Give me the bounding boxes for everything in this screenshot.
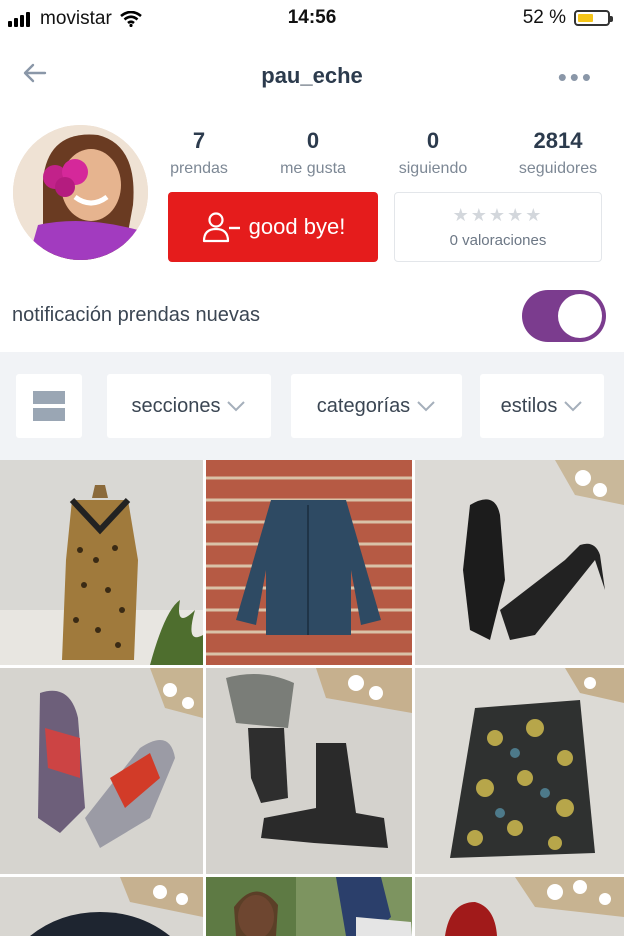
ratings-box[interactable]: ★★★★★ 0 valoraciones [394,192,602,262]
product-image [415,668,624,874]
styles-label: estilos [500,394,558,417]
product-image [206,460,412,665]
battery-icon [574,10,613,26]
battery-percent: 52 % [522,7,566,28]
battery-fill [578,14,593,22]
sections-dropdown[interactable]: secciones [107,374,271,438]
product-tile-black-heels[interactable] [415,460,624,665]
product-tile-woman-photo[interactable] [206,877,412,936]
stat-prendas[interactable]: 7 prendas [144,128,254,178]
stat-seguidores[interactable]: 2814 seguidores [503,128,613,178]
stat-me-gusta[interactable]: 0 me gusta [258,128,368,178]
filter-bar: secciones categorías estilos [0,352,624,460]
styles-dropdown[interactable]: estilos [480,374,604,438]
product-image [415,460,624,665]
layout-toggle-button[interactable] [16,374,82,438]
product-image [0,460,203,665]
product-tile-ankle-boots[interactable] [206,668,412,874]
star-rating-icon: ★★★★★ [452,205,544,225]
nav-bar: pau_eche ••• [0,38,624,110]
product-tile-floral-skirt[interactable] [415,668,624,874]
stat-label: prendas [170,160,228,177]
sections-label: secciones [131,394,221,417]
stat-label: me gusta [280,160,346,177]
product-tile-leopard-dress[interactable] [0,460,203,665]
product-image [0,877,203,936]
notification-label: notificación prendas nuevas [12,304,260,326]
unfollow-button-label: good bye! [248,214,346,239]
unfollow-button[interactable]: good bye! [168,192,378,262]
ratings-label: 0 valoraciones [449,232,547,249]
product-image [206,877,412,936]
product-tile-red-shoe[interactable] [415,877,624,936]
stat-label: seguidores [518,160,598,177]
stat-siguiendo[interactable]: 0 siguiendo [378,128,488,178]
categories-label: categorías [316,394,411,417]
chevron-down-icon [417,401,435,412]
stat-value: 2814 [533,128,583,153]
notification-toggle[interactable] [522,290,606,342]
avatar-image [13,125,148,260]
stat-value: 7 [192,128,206,153]
product-image [0,668,203,874]
page-title: pau_eche [261,63,363,88]
categories-dropdown[interactable]: categorías [291,374,462,438]
user-minus-icon [202,212,240,243]
avatar[interactable] [13,125,148,260]
stat-value: 0 [426,128,440,153]
product-tile-dark-top[interactable] [0,877,203,936]
product-image [206,668,412,874]
status-right: 52 % [522,7,613,29]
toggle-knob [558,294,602,338]
stat-value: 0 [306,128,320,153]
product-tile-denim-jacket[interactable] [206,460,412,665]
product-image [415,877,624,936]
grid-layout-icon [33,391,65,421]
more-options-icon[interactable]: ••• [558,62,594,93]
chevron-down-icon [227,401,246,412]
chevron-down-icon [564,401,583,412]
product-tile-sneakers[interactable] [0,668,203,874]
stat-label: siguiendo [398,160,468,177]
status-bar: movistar 14:56 52 % [0,0,624,38]
